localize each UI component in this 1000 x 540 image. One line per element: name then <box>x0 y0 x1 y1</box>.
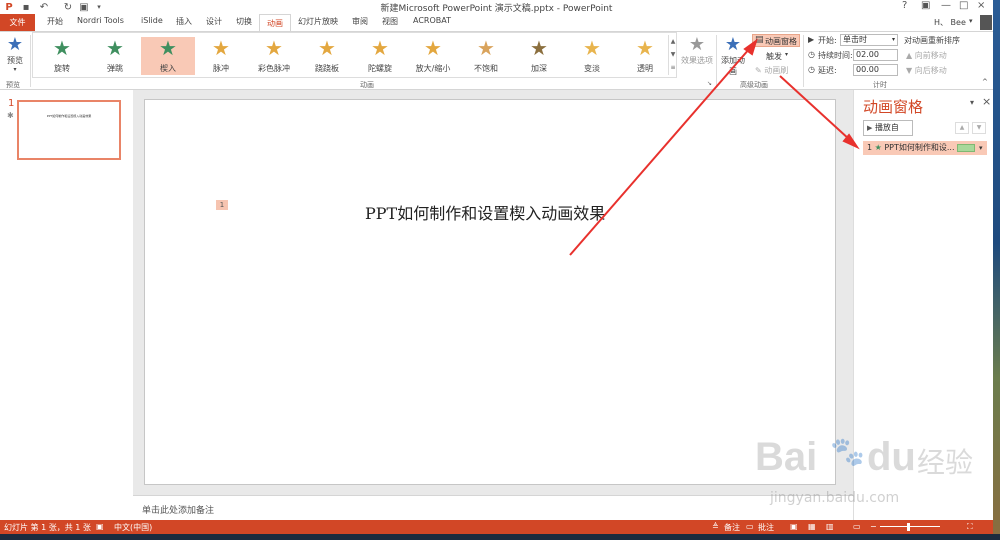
notes-toggle[interactable]: 备注 <box>724 522 740 533</box>
comments-toggle[interactable]: 批注 <box>758 522 774 533</box>
zoom-slider-thumb[interactable] <box>907 523 910 531</box>
zoom-out-icon[interactable]: − <box>870 522 877 531</box>
fit-to-window-icon[interactable]: ⛶ <box>967 522 973 532</box>
normal-view-icon[interactable]: ▣ <box>790 522 798 531</box>
language[interactable]: 中文(中国) <box>114 522 152 533</box>
watermark-url: jingyan.baidu.com <box>770 490 900 506</box>
arrow-to-pane-button <box>569 47 751 256</box>
paw-icon: 🐾 <box>830 435 865 468</box>
arrow-to-pane <box>779 75 851 141</box>
windows-taskbar <box>0 534 1000 540</box>
baidu-watermark: Bai 🐾 du 经验 jingyan.baidu.com <box>755 435 975 510</box>
watermark-brand2: du <box>867 435 916 479</box>
watermark-brand: Bai <box>755 435 818 479</box>
zoom-slider[interactable] <box>880 526 940 527</box>
status-bar: 幻灯片 第 1 张，共 1 张 ▣ 中文(中国) ≜ 备注 ▭ 批注 ▣ ▦ ▥… <box>0 520 993 534</box>
notes-toggle-icon: ≜ <box>712 522 719 531</box>
slide-sorter-icon[interactable]: ▦ <box>808 522 816 531</box>
slide-info: 幻灯片 第 1 张，共 1 张 <box>4 523 91 532</box>
spellcheck-icon[interactable]: ▣ <box>96 522 104 531</box>
comments-toggle-icon: ▭ <box>746 522 754 531</box>
reading-view-icon[interactable]: ▥ <box>826 522 834 531</box>
watermark-cn: 经验 <box>917 446 974 479</box>
slideshow-icon[interactable]: ▭ <box>853 522 861 531</box>
